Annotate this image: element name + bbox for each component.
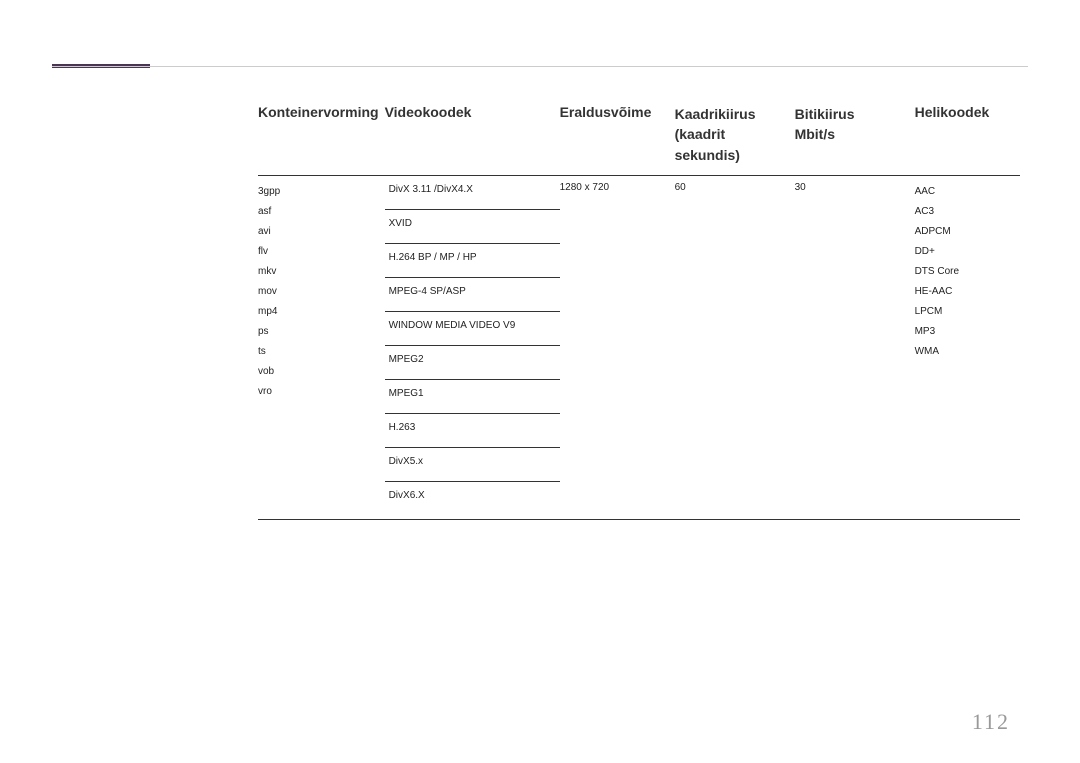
video-codec: DivX5.x [385,447,560,481]
container-format: vob [258,362,379,382]
cell-resolution: 1280 x 720 [560,175,675,519]
video-codec: XVID [385,209,560,243]
video-codec: MPEG1 [385,379,560,413]
header-framerate-l1: Kaadrikiirus [675,106,756,122]
container-format: vro [258,382,379,402]
audio-codec: HE-AAC [915,282,1014,302]
container-format: flv [258,242,379,262]
video-codec: WINDOW MEDIA VIDEO V9 [385,311,560,345]
table-container: Konteinervorming Videokoodek Eraldusvõim… [258,98,1020,520]
page-number: 112 [972,709,1010,735]
container-format: mkv [258,262,379,282]
cell-bitrate: 30 [795,175,915,519]
cell-framerate: 60 [675,175,795,519]
container-format: ps [258,322,379,342]
header-audiocodec: Helikoodek [915,98,1020,175]
container-format: mp4 [258,302,379,322]
audio-codec: AC3 [915,202,1014,222]
video-codec: H.264 BP / MP / HP [385,243,560,277]
video-codec: DivX6.X [385,481,560,519]
container-format: 3gpp [258,182,379,202]
cell-audio-codecs: AACAC3ADPCMDD+DTS CoreHE-AACLPCMMP3WMA [915,175,1020,519]
container-format: ts [258,342,379,362]
container-format: avi [258,222,379,242]
header-bitrate: Bitikiirus Mbit/s [795,98,915,175]
audio-codec: DTS Core [915,262,1014,282]
header-videocodec: Videokoodek [385,98,560,175]
header-resolution: Eraldusvõime [560,98,675,175]
container-format: mov [258,282,379,302]
video-codec: MPEG2 [385,345,560,379]
audio-codec: WMA [915,342,1014,362]
header-framerate-l2: (kaadrit sekundis) [675,126,740,162]
video-codec: H.263 [385,413,560,447]
container-format: asf [258,202,379,222]
cell-video-codecs: DivX 3.11 /DivX4.XXVIDH.264 BP / MP / HP… [385,175,560,519]
header-container: Konteinervorming [258,98,385,175]
video-codec: MPEG-4 SP/ASP [385,277,560,311]
audio-codec: ADPCM [915,222,1014,242]
header-framerate: Kaadrikiirus (kaadrit sekundis) [675,98,795,175]
header-bitrate-l2: Mbit/s [795,126,835,142]
cell-containers: 3gppasfaviflvmkvmovmp4pstsvobvro [258,175,385,519]
audio-codec: AAC [915,182,1014,202]
header-bitrate-l1: Bitikiirus [795,106,855,122]
codec-support-table: Konteinervorming Videokoodek Eraldusvõim… [258,98,1020,520]
top-horizontal-rule [52,66,1028,67]
video-codec: DivX 3.11 /DivX4.X [385,176,560,210]
audio-codec: DD+ [915,242,1014,262]
audio-codec: LPCM [915,302,1014,322]
audio-codec: MP3 [915,322,1014,342]
